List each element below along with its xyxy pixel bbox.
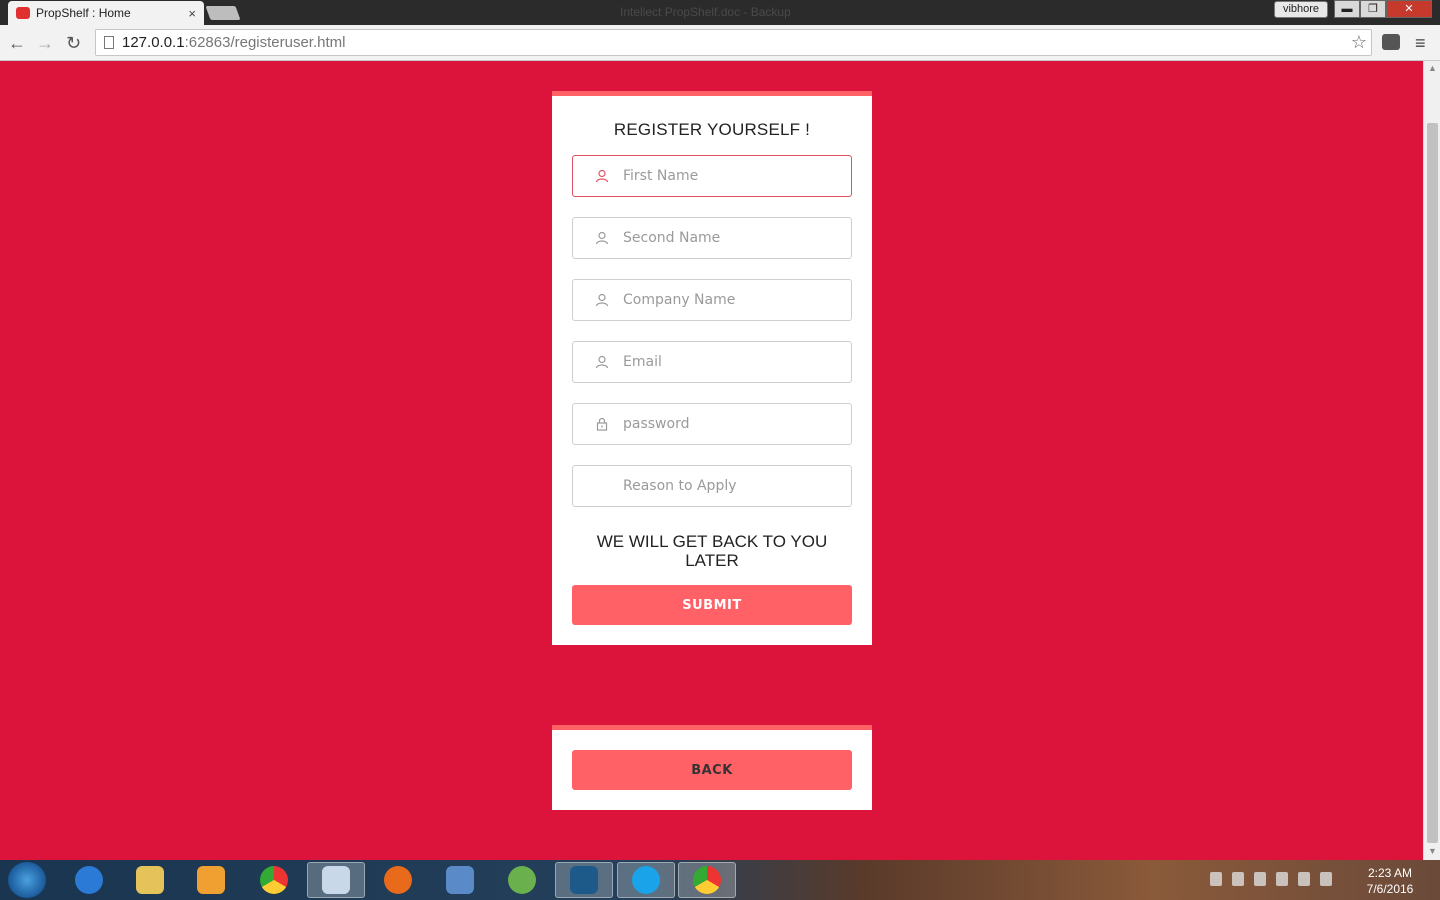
window-title: Intellect PropShelf.doc - Backup bbox=[620, 5, 791, 19]
internet-explorer-icon[interactable] bbox=[60, 862, 118, 898]
extension-icon[interactable] bbox=[1382, 34, 1400, 50]
file-explorer-icon[interactable] bbox=[121, 862, 179, 898]
address-bar[interactable]: 127.0.0.1:62863/registeruser.html ☆ bbox=[95, 29, 1372, 56]
tray-arrow-icon[interactable] bbox=[1210, 872, 1222, 886]
user-icon bbox=[595, 355, 609, 369]
reason-input[interactable] bbox=[623, 478, 843, 494]
minimize-button[interactable]: ▬ bbox=[1334, 0, 1360, 18]
brackets-icon[interactable] bbox=[555, 862, 613, 898]
windows-taskbar: 2:23 AM 7/6/2016 bbox=[0, 860, 1440, 900]
user-icon bbox=[595, 231, 609, 245]
windows-start-icon[interactable] bbox=[8, 862, 46, 898]
browser-tab[interactable]: PropShelf : Home × bbox=[8, 1, 204, 25]
power-icon[interactable] bbox=[1298, 872, 1310, 886]
page-scrollbar[interactable]: ▲ ▼ bbox=[1423, 61, 1440, 860]
password-input[interactable] bbox=[623, 416, 843, 432]
form-title: REGISTER YOURSELF ! bbox=[613, 120, 811, 139]
user-icon bbox=[595, 293, 609, 307]
second-name-input[interactable] bbox=[623, 230, 843, 246]
control-panel-icon[interactable] bbox=[431, 862, 489, 898]
first-name-field[interactable] bbox=[572, 155, 852, 197]
back-arrow-icon[interactable]: ← bbox=[8, 33, 26, 54]
action-center-icon[interactable] bbox=[1254, 872, 1266, 886]
user-icon bbox=[595, 169, 609, 183]
window-controls: ▬ ❐ ✕ bbox=[1334, 0, 1432, 18]
page-icon bbox=[104, 36, 114, 49]
network-icon[interactable] bbox=[1276, 872, 1288, 886]
back-button[interactable]: BACK bbox=[572, 750, 852, 790]
browser-menu-icon[interactable]: ≡ bbox=[1415, 33, 1426, 54]
chrome-icon[interactable] bbox=[245, 862, 303, 898]
browser-toolbar: ← → ↻ 127.0.0.1:62863/registeruser.html … bbox=[0, 25, 1440, 61]
forward-arrow-icon[interactable]: → bbox=[36, 33, 54, 54]
tab-close-icon[interactable]: × bbox=[188, 6, 196, 21]
close-window-button[interactable]: ✕ bbox=[1386, 0, 1432, 18]
windows-flag-icon[interactable] bbox=[1232, 872, 1244, 886]
reason-field[interactable] bbox=[572, 465, 852, 507]
profile-badge[interactable]: vibhore bbox=[1274, 1, 1328, 18]
company-name-input[interactable] bbox=[623, 292, 843, 308]
register-form-card: REGISTER YOURSELF ! WE WILL GET BACK TO bbox=[552, 91, 872, 645]
company-name-field[interactable] bbox=[572, 279, 852, 321]
url-path: :62863/registeruser.html bbox=[184, 34, 346, 51]
skype-icon[interactable] bbox=[617, 862, 675, 898]
taskbar-clock[interactable]: 2:23 AM 7/6/2016 bbox=[1360, 865, 1420, 897]
reload-icon[interactable]: ↻ bbox=[66, 33, 81, 54]
system-tray bbox=[1210, 872, 1332, 886]
media-player-icon[interactable] bbox=[182, 862, 240, 898]
lock-icon bbox=[595, 417, 609, 431]
maximize-button[interactable]: ❐ bbox=[1360, 0, 1386, 18]
followup-notice: WE WILL GET BACK TO YOU LATER bbox=[596, 532, 828, 570]
paint-icon[interactable] bbox=[307, 862, 365, 898]
site-favicon-icon bbox=[16, 7, 30, 19]
volume-icon[interactable] bbox=[1320, 872, 1332, 886]
scroll-thumb[interactable] bbox=[1427, 123, 1438, 843]
email-input[interactable] bbox=[623, 354, 843, 370]
password-field[interactable] bbox=[572, 403, 852, 445]
chrome-active-icon[interactable] bbox=[678, 862, 736, 898]
submit-button[interactable]: SUBMIT bbox=[572, 585, 852, 625]
browser-title-bar: PropShelf : Home × Intellect PropShelf.d… bbox=[0, 0, 1440, 25]
first-name-input[interactable] bbox=[623, 168, 843, 184]
email-field[interactable] bbox=[572, 341, 852, 383]
clock-date: 7/6/2016 bbox=[1366, 882, 1414, 896]
firefox-icon[interactable] bbox=[369, 862, 427, 898]
scroll-up-icon[interactable]: ▲ bbox=[1428, 63, 1437, 73]
clock-time: 2:23 AM bbox=[1367, 866, 1413, 880]
url-host: 127.0.0.1 bbox=[122, 34, 185, 51]
android-studio-icon[interactable] bbox=[493, 862, 551, 898]
bookmark-star-icon[interactable]: ☆ bbox=[1351, 32, 1367, 53]
back-card: BACK bbox=[552, 725, 872, 810]
second-name-field[interactable] bbox=[572, 217, 852, 259]
new-tab-button[interactable] bbox=[205, 6, 241, 20]
tab-title: PropShelf : Home bbox=[36, 6, 131, 20]
scroll-down-icon[interactable]: ▼ bbox=[1428, 846, 1437, 856]
